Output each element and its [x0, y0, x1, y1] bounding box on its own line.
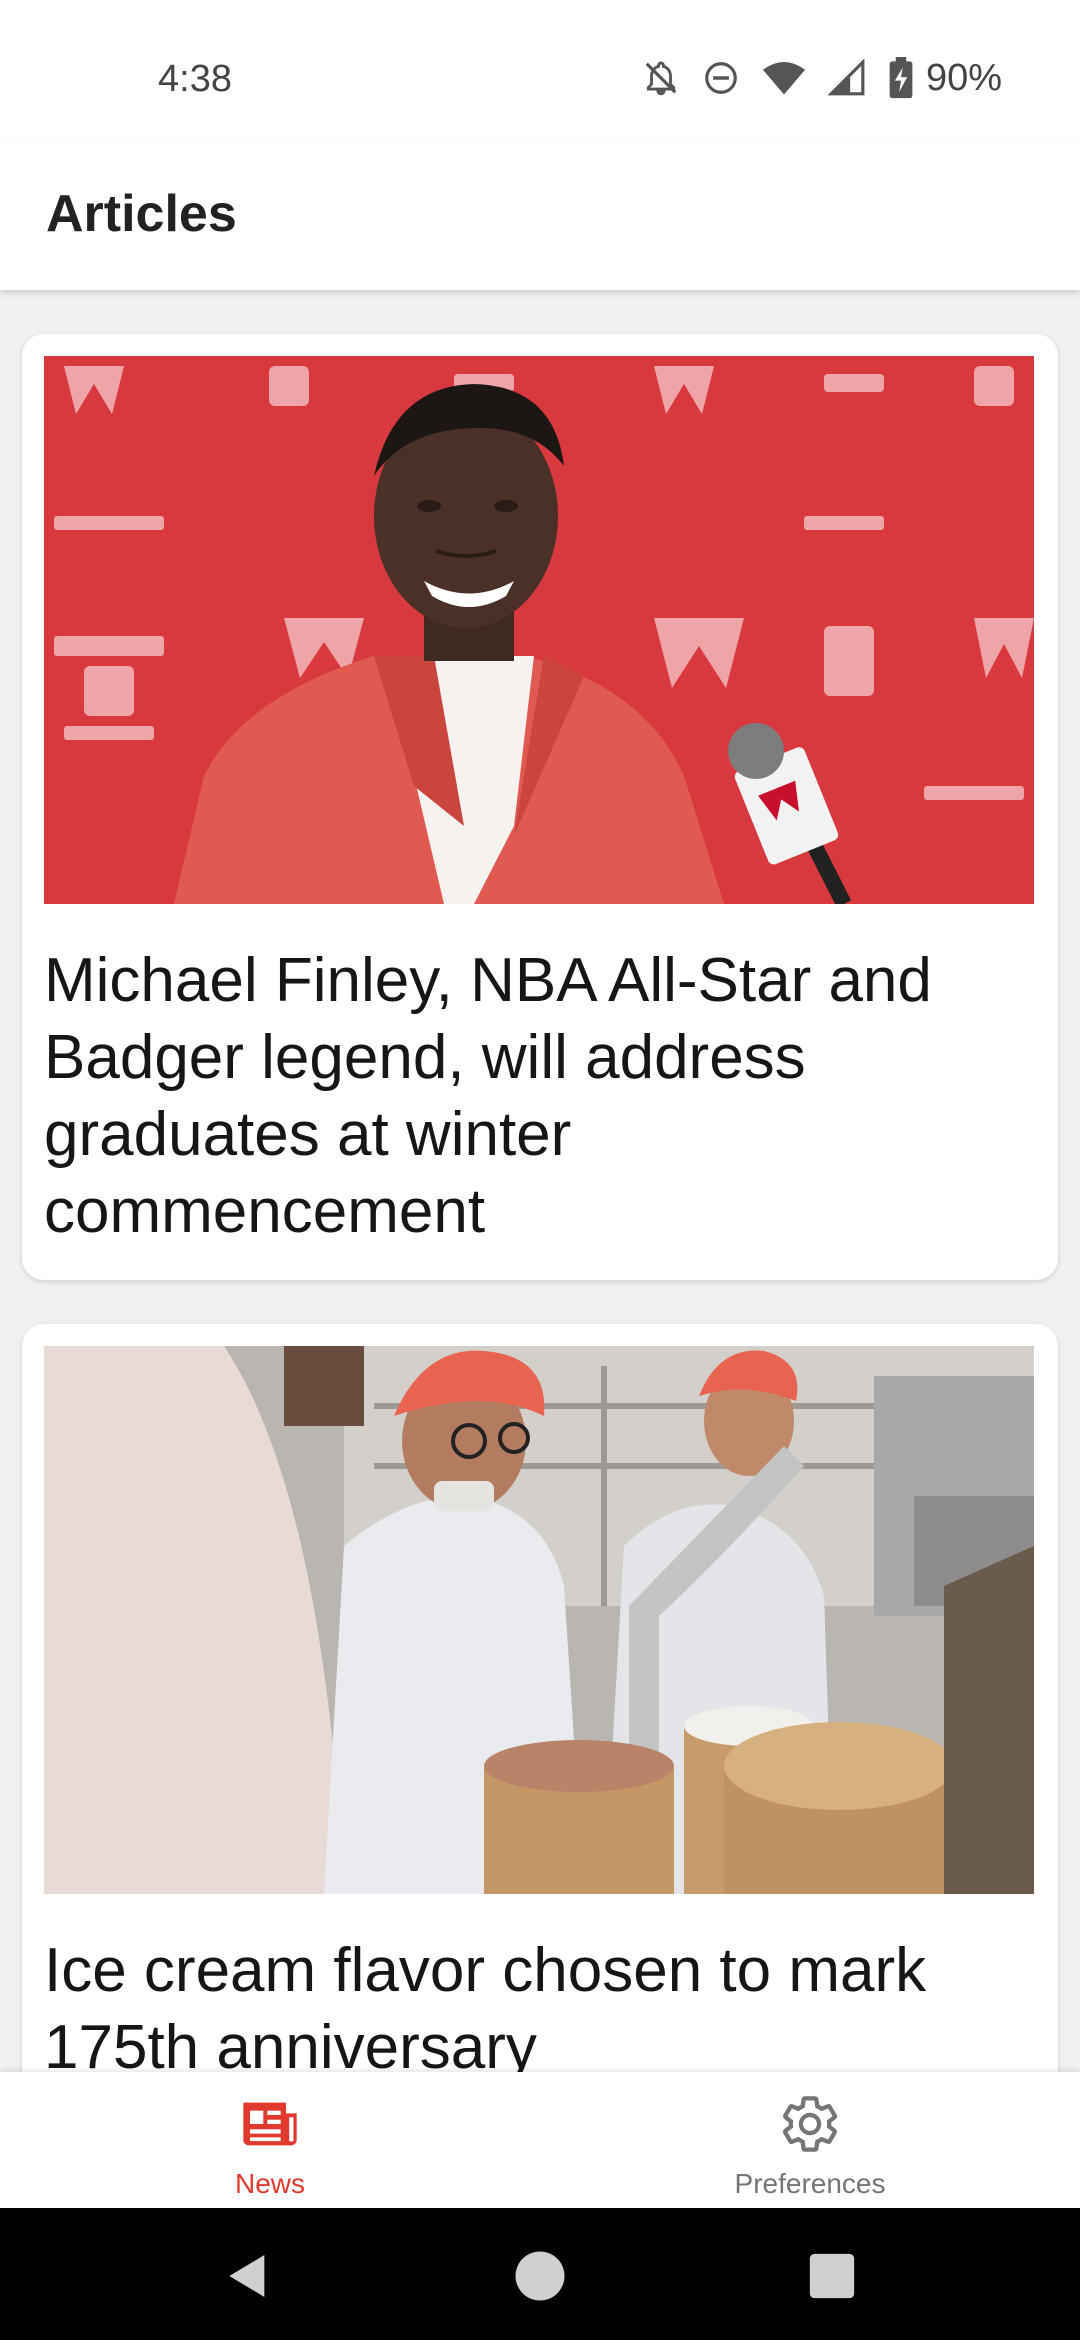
- article-image: [44, 1346, 1034, 1894]
- battery-charging-icon: [889, 57, 913, 99]
- status-icons: 90%: [642, 56, 1002, 100]
- notifications-off-icon: [645, 61, 677, 96]
- article-title[interactable]: Michael Finley, NBA All-Star and Badger …: [44, 942, 944, 1250]
- nav-label-preferences: Preferences: [734, 2168, 886, 2199]
- newspaper-icon: [243, 2102, 297, 2146]
- article-title[interactable]: Ice cream flavor chosen to mark 175th an…: [44, 1932, 1044, 2072]
- status-bar: 4:38 90%: [0, 0, 1080, 140]
- article-image: [44, 356, 1034, 904]
- recents-icon[interactable]: [804, 2248, 860, 2304]
- page-title: Articles: [46, 185, 237, 243]
- article-card[interactable]: Michael Finley, NBA All-Star and Badger …: [22, 334, 1058, 1280]
- article-feed[interactable]: Michael Finley, NBA All-Star and Badger …: [0, 290, 1080, 2072]
- nav-item-preferences[interactable]: Preferences: [540, 2072, 1080, 2208]
- back-icon[interactable]: [220, 2248, 276, 2304]
- home-icon[interactable]: [512, 2248, 568, 2304]
- battery-percentage: 90%: [925, 56, 1002, 99]
- wifi-icon: [762, 61, 806, 95]
- bottom-navigation: News Preferences: [0, 2072, 1080, 2208]
- nav-item-news[interactable]: News: [0, 2072, 540, 2208]
- nav-label-news: News: [234, 2168, 305, 2199]
- status-time: 4:38: [158, 58, 232, 100]
- system-navigation-bar: [0, 2208, 1080, 2340]
- cell-signal-icon: [827, 59, 865, 96]
- article-card[interactable]: Ice cream flavor chosen to mark 175th an…: [22, 1324, 1058, 2072]
- do-not-disturb-icon: [705, 62, 737, 94]
- gear-icon: [782, 2096, 838, 2152]
- app-bar: Articles: [0, 140, 1080, 290]
